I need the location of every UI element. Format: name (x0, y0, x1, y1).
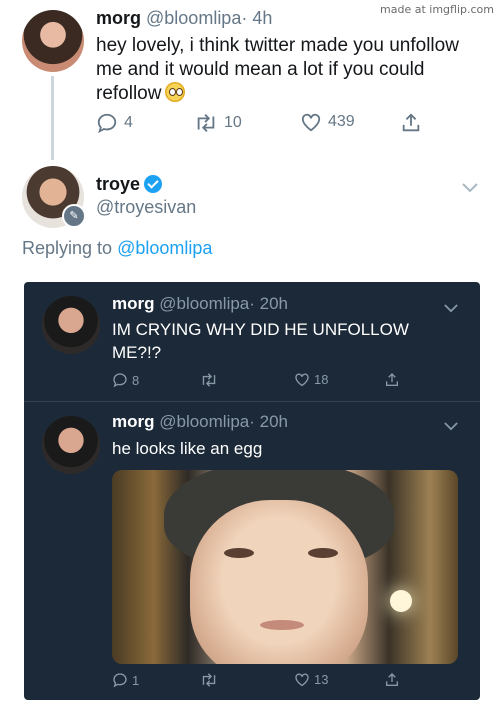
chevron-down-icon[interactable] (444, 300, 458, 318)
author-handle[interactable]: @bloomlipa (159, 412, 249, 431)
tweet-actions: 4 10 439 (96, 112, 436, 136)
verified-badge-icon (144, 175, 163, 193)
share-button[interactable] (400, 112, 422, 134)
chevron-down-icon[interactable] (444, 418, 458, 436)
like-count: 439 (328, 113, 355, 130)
tweet-text: IM CRYING WHY DID HE UNFOLLOW ME?!? (112, 320, 409, 362)
retweet-count: 10 (224, 114, 242, 131)
share-icon (400, 112, 422, 134)
reply-icon (96, 112, 118, 134)
heart-icon (300, 112, 322, 132)
photo-light (390, 590, 412, 612)
author-name[interactable]: troye (96, 174, 140, 194)
retweet-button[interactable] (200, 672, 218, 688)
like-button[interactable]: 13 (294, 672, 328, 687)
share-button[interactable] (384, 372, 400, 388)
avatar[interactable] (42, 296, 100, 354)
tweet-text-body: hey lovely, i think twitter made you unf… (96, 35, 459, 104)
author-handle[interactable]: @troyesivan (96, 197, 196, 217)
author-name[interactable]: morg (112, 412, 155, 431)
tweet-time[interactable]: · 20h (249, 294, 288, 313)
reply-count: 8 (132, 372, 140, 388)
like-count: 13 (314, 672, 329, 687)
retweet-button[interactable] (200, 372, 218, 388)
share-icon (384, 672, 400, 688)
replying-to-mention[interactable]: @bloomlipa (117, 238, 212, 258)
reply-count: 1 (132, 672, 140, 688)
retweet-icon (200, 672, 218, 688)
chevron-down-icon[interactable] (462, 180, 478, 198)
pleading-face-icon (165, 82, 186, 102)
heart-icon (294, 672, 310, 687)
replying-to-prefix: Replying to (22, 238, 113, 258)
heart-icon (294, 372, 310, 387)
divider (24, 401, 480, 402)
author-handle[interactable]: @bloomlipa (159, 294, 249, 313)
retweet-button[interactable]: 10 (194, 112, 242, 134)
replying-to: Replying to @bloomlipa (22, 238, 212, 259)
photo-mouth (260, 620, 304, 630)
photo-eye (308, 548, 338, 558)
author-handle[interactable]: @bloomlipa (146, 8, 241, 28)
reply-icon (112, 372, 128, 388)
tweet-photo[interactable] (112, 470, 458, 664)
author-name[interactable]: morg (112, 294, 155, 313)
thread-line (51, 76, 54, 160)
reply-count: 4 (124, 114, 133, 131)
tweet-header: morg @bloomlipa· 20h (112, 412, 288, 432)
share-button[interactable] (384, 672, 400, 688)
author-name-row: troye (96, 174, 163, 195)
top-tweet[interactable]: morg @bloomlipa· 4h hey lovely, i think … (0, 0, 500, 160)
tweet-actions: 1 13 (112, 672, 412, 692)
tweet-time[interactable]: · 20h (249, 412, 288, 431)
reply-icon (112, 672, 128, 688)
tweet-text: he looks like an egg (112, 439, 263, 458)
retweet-icon (194, 112, 218, 134)
follow-badge-icon: ✎ (62, 204, 86, 228)
share-icon (384, 372, 400, 388)
tweet-text: hey lovely, i think twitter made you unf… (96, 34, 486, 106)
reply-button[interactable]: 1 (112, 672, 139, 688)
like-count: 18 (314, 372, 329, 387)
photo-eye (224, 548, 254, 558)
photo-face (190, 500, 368, 664)
avatar[interactable] (22, 10, 84, 72)
like-button[interactable]: 439 (300, 112, 355, 132)
avatar[interactable] (42, 416, 100, 474)
reply-button[interactable]: 4 (96, 112, 133, 134)
author-handle-row: @troyesivan (96, 197, 196, 218)
tweet-header: morg @bloomlipa· 20h (112, 294, 288, 314)
reply-button[interactable]: 8 (112, 372, 139, 388)
like-button[interactable]: 18 (294, 372, 328, 387)
tweet-actions: 8 18 (112, 372, 412, 392)
tweet-time[interactable]: · 4h (241, 8, 272, 28)
tweet-header: morg @bloomlipa· 4h (96, 8, 272, 29)
embedded-screenshot: morg @bloomlipa· 20h IM CRYING WHY DID H… (24, 282, 480, 700)
retweet-icon (200, 372, 218, 388)
author-name[interactable]: morg (96, 8, 141, 28)
